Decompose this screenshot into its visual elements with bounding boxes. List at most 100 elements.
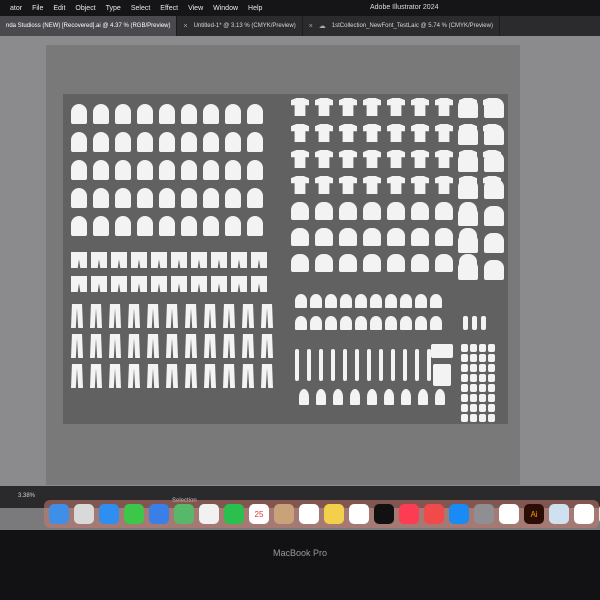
tab-document-3[interactable]: × ☁ 1stCollection_NewFont_TestLaic @ 5.7…	[303, 16, 500, 36]
lanyard-mockup[interactable]	[307, 349, 311, 381]
label-mockup[interactable]	[479, 354, 486, 362]
hoodie-mockup[interactable]	[93, 216, 109, 236]
shorts-mockup[interactable]	[171, 252, 187, 268]
headwear-mockup[interactable]	[370, 316, 382, 330]
hoodie-mockup[interactable]	[181, 188, 197, 208]
bag-mockup[interactable]	[431, 344, 453, 358]
pants-mockup[interactable]	[71, 364, 83, 388]
menu-view[interactable]: View	[188, 5, 203, 12]
pants-mockup[interactable]	[147, 334, 159, 358]
maps-icon[interactable]	[174, 504, 194, 524]
headwear-mockup[interactable]	[430, 294, 442, 308]
pants-mockup[interactable]	[166, 334, 178, 358]
pants-mockup[interactable]	[261, 304, 273, 328]
hoodie-mockup[interactable]	[225, 188, 241, 208]
jacket-mockup[interactable]	[458, 206, 478, 226]
reminders-icon[interactable]	[299, 504, 319, 524]
chrome-icon[interactable]	[499, 504, 519, 524]
tshirt-mockup[interactable]	[315, 124, 333, 142]
sweater-mockup[interactable]	[387, 228, 405, 246]
menu-type[interactable]: Type	[106, 5, 121, 12]
label-mockup[interactable]	[470, 384, 477, 392]
label-mockup[interactable]	[488, 364, 495, 372]
jacket-mockup[interactable]	[484, 233, 504, 253]
shorts-mockup[interactable]	[251, 252, 267, 268]
hoodie-mockup[interactable]	[71, 104, 87, 124]
hoodie-mockup[interactable]	[115, 216, 131, 236]
headwear-mockup[interactable]	[385, 316, 397, 330]
hoodie-mockup[interactable]	[137, 160, 153, 180]
label-mockup[interactable]	[488, 374, 495, 382]
music-icon[interactable]	[399, 504, 419, 524]
messages-icon[interactable]	[124, 504, 144, 524]
shorts-mockup[interactable]	[71, 252, 87, 268]
tshirt-mockup[interactable]	[315, 150, 333, 168]
shorts-mockup[interactable]	[231, 252, 247, 268]
pants-mockup[interactable]	[242, 334, 254, 358]
hoodie-mockup[interactable]	[159, 188, 175, 208]
label-mockup[interactable]	[479, 374, 486, 382]
tshirt-mockup[interactable]	[339, 98, 357, 116]
label-mockup[interactable]	[470, 364, 477, 372]
tshirt-mockup[interactable]	[291, 124, 309, 142]
tote-mockup[interactable]	[433, 364, 451, 386]
tshirt-mockup[interactable]	[435, 150, 453, 168]
hoodie-mockup[interactable]	[159, 132, 175, 152]
hoodie-mockup[interactable]	[225, 104, 241, 124]
menu-file[interactable]: File	[32, 5, 43, 12]
tshirt-mockup[interactable]	[411, 176, 429, 194]
jacket-mockup[interactable]	[484, 125, 504, 145]
pants-mockup[interactable]	[242, 364, 254, 388]
pants-mockup[interactable]	[71, 334, 83, 358]
hoodie-mockup[interactable]	[159, 104, 175, 124]
hoodie-mockup[interactable]	[247, 188, 263, 208]
label-mockup[interactable]	[461, 374, 468, 382]
sweater-mockup[interactable]	[315, 254, 333, 272]
tshirt-mockup[interactable]	[435, 124, 453, 142]
pants-mockup[interactable]	[128, 334, 140, 358]
tshirt-mockup[interactable]	[291, 150, 309, 168]
pants-mockup[interactable]	[109, 304, 121, 328]
accessory-mockup[interactable]	[299, 389, 309, 405]
menu-help[interactable]: Help	[248, 5, 262, 12]
shorts-mockup[interactable]	[251, 276, 267, 292]
jacket-mockup[interactable]	[484, 206, 504, 226]
sweater-mockup[interactable]	[315, 202, 333, 220]
headwear-mockup[interactable]	[340, 294, 352, 308]
label-mockup[interactable]	[479, 364, 486, 372]
label-mockup[interactable]	[470, 354, 477, 362]
notes-icon[interactable]	[324, 504, 344, 524]
lanyard-mockup[interactable]	[367, 349, 371, 381]
hoodie-mockup[interactable]	[181, 132, 197, 152]
sweater-mockup[interactable]	[291, 254, 309, 272]
pants-mockup[interactable]	[109, 364, 121, 388]
lanyard-mockup[interactable]	[331, 349, 335, 381]
tshirt-mockup[interactable]	[435, 176, 453, 194]
hoodie-mockup[interactable]	[181, 160, 197, 180]
label-mockup[interactable]	[461, 414, 468, 422]
jacket-mockup[interactable]	[484, 98, 504, 118]
shorts-mockup[interactable]	[191, 276, 207, 292]
hoodie-mockup[interactable]	[203, 188, 219, 208]
hoodie-mockup[interactable]	[247, 216, 263, 236]
shorts-mockup[interactable]	[111, 276, 127, 292]
hoodie-mockup[interactable]	[71, 132, 87, 152]
label-mockup[interactable]	[479, 394, 486, 402]
lanyard-mockup[interactable]	[295, 349, 299, 381]
close-icon[interactable]: ×	[183, 23, 187, 30]
sweater-mockup[interactable]	[363, 202, 381, 220]
lanyard-mockup[interactable]	[403, 349, 407, 381]
tab-document-1[interactable]: nda Studioss (NEW) [Recovered].ai @ 4.37…	[0, 16, 178, 36]
label-mockup[interactable]	[470, 344, 477, 352]
headwear-mockup[interactable]	[400, 316, 412, 330]
pants-mockup[interactable]	[166, 364, 178, 388]
headwear-mockup[interactable]	[415, 294, 427, 308]
facetime-icon[interactable]	[224, 504, 244, 524]
shorts-mockup[interactable]	[211, 252, 227, 268]
shorts-mockup[interactable]	[191, 252, 207, 268]
label-mockup[interactable]	[479, 414, 486, 422]
sweater-mockup[interactable]	[291, 228, 309, 246]
label-mockup[interactable]	[488, 354, 495, 362]
lanyard-mockup[interactable]	[343, 349, 347, 381]
sock-mockup[interactable]	[481, 316, 486, 330]
